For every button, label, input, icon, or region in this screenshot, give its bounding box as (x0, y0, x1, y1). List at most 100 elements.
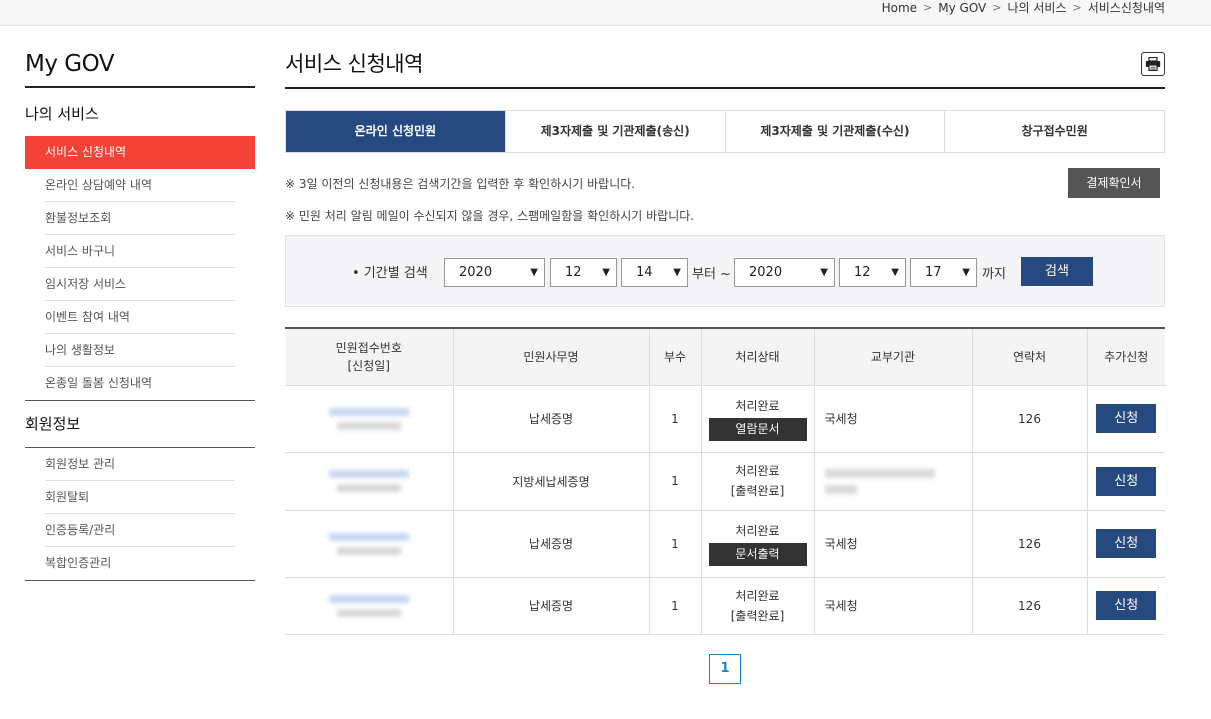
col-count: 부수 (648, 328, 701, 386)
sidebar-item-multi-auth[interactable]: 복합인증관리 (45, 547, 235, 580)
table-row: 납세증명 1 처리완료 열람문서 국세청 126 신청 (285, 385, 1165, 453)
service-name: 납세증명 (452, 385, 649, 453)
sidebar-item-life-info[interactable]: 나의 생활정보 (45, 334, 235, 367)
print-button[interactable] (1141, 52, 1165, 76)
from-year-value: 2020 (459, 265, 493, 280)
search-button[interactable]: 검색 (1021, 257, 1093, 286)
breadcrumb: Home > My GOV > 나의 서비스 > 서비스신청내역 (882, 0, 1165, 16)
col-apply-date-label: [신청일] (347, 358, 390, 373)
chevron-down-icon: ▼ (673, 267, 681, 278)
sidebar-item-member-manage[interactable]: 회원정보 관리 (45, 448, 235, 481)
sidebar-item-consult-reservation[interactable]: 온라인 상담예약 내역 (45, 169, 235, 202)
status-text: 처리완료 (735, 524, 780, 538)
sidebar-menu-member: 회원정보 관리 회원탈퇴 인증등록/관리 복합인증관리 (25, 448, 255, 581)
breadcrumb-my-service[interactable]: 나의 서비스 (1007, 0, 1066, 16)
tab-third-party-send[interactable]: 제3자제출 및 기관제출(송신) (504, 111, 725, 152)
status-text: 처리완료 (735, 464, 780, 478)
status-cell: 처리완료 열람문서 (700, 385, 814, 453)
sidebar-menu-my-service: 서비스 신청내역 온라인 상담예약 내역 환불정보조회 서비스 바구니 임시저장… (25, 136, 255, 401)
contact: 126 (971, 510, 1087, 578)
from-day-select[interactable]: 14 ▼ (621, 258, 688, 287)
col-agency: 교부기관 (813, 328, 972, 386)
period-search-box: • 기간별 검색 2020 ▼ 12 ▼ 14 ▼ 부터 ~ 2020 ▼ 12 ▼ 17… (285, 235, 1165, 307)
extra-apply-cell: 신청 (1086, 452, 1165, 511)
tab-third-party-receive[interactable]: 제3자제출 및 기관제출(수신) (724, 111, 945, 152)
agency-blurred (813, 452, 972, 511)
print-document-button[interactable]: 문서출력 (708, 543, 807, 566)
breadcrumb-separator-icon: > (992, 1, 1002, 14)
from-month-select[interactable]: 12 ▼ (550, 258, 617, 287)
sidebar-item-event[interactable]: 이벤트 참여 내역 (45, 301, 235, 334)
sidebar-item-withdraw[interactable]: 회원탈퇴 (45, 481, 235, 514)
sidebar-item-cert-manage[interactable]: 인증등록/관리 (45, 514, 235, 547)
receipt-number-blurred[interactable] (285, 385, 453, 453)
notice-search-period: ※ 3일 이전의 신청내용은 검색기간을 입력한 후 확인하시기 바랍니다. (285, 177, 636, 191)
sidebar-item-refund[interactable]: 환불정보조회 (45, 202, 235, 235)
to-month-select[interactable]: 12 ▼ (839, 258, 906, 287)
service-name: 납세증명 (452, 577, 649, 635)
tab-counter-application[interactable]: 창구접수민원 (944, 111, 1164, 152)
table-row: 지방세납세증명 1 처리완료 [출력완료] 신청 (285, 452, 1165, 511)
col-extra-apply: 추가신청 (1086, 328, 1165, 386)
sidebar-item-service-basket[interactable]: 서비스 바구니 (45, 235, 235, 268)
sidebar-item-service-history[interactable]: 서비스 신청내역 (25, 136, 255, 169)
receipt-number-blurred[interactable] (285, 510, 453, 578)
contact (971, 452, 1087, 511)
breadcrumb-home[interactable]: Home (882, 0, 917, 16)
to-month-value: 12 (854, 265, 871, 280)
service-name: 납세증명 (452, 510, 649, 578)
apply-button[interactable]: 신청 (1096, 466, 1157, 496)
sidebar-title: My GOV (25, 48, 255, 88)
view-document-button[interactable]: 열람문서 (708, 418, 807, 441)
sidebar-item-temp-saved[interactable]: 임시저장 서비스 (45, 268, 235, 301)
notice-spam-mail: ※ 민원 처리 알림 메일이 수신되지 않을 경우, 스팸메일함을 확인하시기 … (285, 209, 695, 223)
to-year-select[interactable]: 2020 ▼ (734, 258, 835, 287)
status-cell: 처리완료문서출력 (700, 510, 814, 578)
sidebar: My GOV 나의 서비스 서비스 신청내역 온라인 상담예약 내역 환불정보조… (25, 48, 255, 581)
status-sub-text: [출력완료] (730, 608, 785, 623)
copy-count: 1 (648, 577, 701, 635)
tab-bar: 온라인 신청민원 제3자제출 및 기관제출(송신) 제3자제출 및 기관제출(수… (285, 110, 1165, 153)
contact: 126 (971, 577, 1087, 635)
page-title: 서비스 신청내역 (285, 48, 1165, 89)
sidebar-group-my-service: 나의 서비스 (25, 105, 99, 123)
to-day-select[interactable]: 17 ▼ (910, 258, 977, 287)
table-header-row: 민원접수번호 [신청일] 민원사무명 부수 처리상태 교부기관 연락처 추가신청 (285, 328, 1165, 386)
sidebar-item-care[interactable]: 온종일 돌봄 신청내역 (45, 367, 235, 400)
chevron-down-icon: ▼ (891, 267, 899, 278)
copy-count: 1 (648, 452, 701, 511)
to-year-value: 2020 (749, 265, 783, 280)
from-text: 부터 ~ (692, 267, 731, 282)
col-contact: 연락처 (971, 328, 1087, 386)
breadcrumb-mygov[interactable]: My GOV (938, 0, 986, 16)
status-sub-text: [출력완료] (730, 484, 785, 498)
col-status: 처리상태 (700, 328, 814, 386)
agency: 국세청 (813, 385, 972, 453)
breadcrumb-bar: Home > My GOV > 나의 서비스 > 서비스신청내역 (0, 0, 1211, 26)
apply-button[interactable]: 신청 (1096, 591, 1157, 620)
from-month-value: 12 (565, 265, 582, 280)
page-number-current[interactable]: 1 (709, 654, 741, 684)
period-search-label: • 기간별 검색 (352, 266, 428, 281)
status-text: 처리완료 (735, 588, 780, 603)
from-year-select[interactable]: 2020 ▼ (444, 258, 545, 287)
copy-count: 1 (648, 510, 701, 578)
col-receipt-number: 민원접수번호 [신청일] (285, 328, 453, 386)
breadcrumb-current: 서비스신청내역 (1087, 1, 1165, 15)
extra-apply-cell: 신청 (1086, 510, 1165, 578)
contact: 126 (971, 385, 1087, 453)
receipt-number-blurred[interactable] (285, 577, 453, 635)
sidebar-group-member: 회원정보 (25, 401, 255, 448)
copy-count: 1 (648, 385, 701, 453)
col-service-name: 민원사무명 (452, 328, 649, 386)
receipt-number-blurred[interactable] (285, 452, 453, 511)
printer-icon (1145, 57, 1161, 71)
agency: 국세청 (813, 577, 972, 635)
apply-button[interactable]: 신청 (1096, 404, 1157, 433)
tab-online-application[interactable]: 온라인 신청민원 (286, 111, 505, 152)
service-name: 지방세납세증명 (452, 452, 649, 511)
payment-confirmation-button[interactable]: 결제확인서 (1068, 168, 1160, 198)
apply-button[interactable]: 신청 (1096, 529, 1157, 558)
breadcrumb-separator-icon: > (923, 1, 933, 14)
status-cell: 처리완료 [출력완료] (700, 577, 814, 635)
